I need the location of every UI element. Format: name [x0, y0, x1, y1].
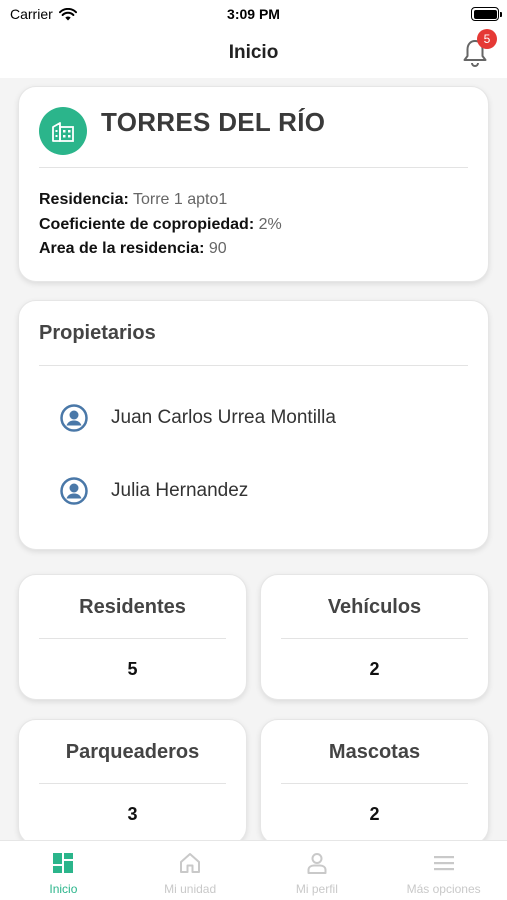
divider	[39, 783, 226, 784]
stat-card-parqueaderos[interactable]: Parqueaderos 3	[18, 719, 247, 840]
area-label: Area de la residencia:	[39, 240, 205, 257]
menu-icon	[433, 856, 454, 871]
user-circle-icon	[60, 404, 88, 432]
nav-bar: Inicio 5	[0, 28, 507, 78]
stat-label: Parqueaderos	[65, 741, 200, 763]
divider	[39, 638, 226, 639]
owner-item[interactable]: Julia Hernandez	[59, 476, 248, 506]
stat-value: 2	[369, 804, 380, 824]
person-icon	[307, 853, 327, 874]
divider	[281, 783, 468, 784]
notification-badge: 5	[477, 29, 497, 49]
divider	[39, 365, 468, 366]
wifi-icon	[58, 7, 77, 20]
owners-card: Propietarios Juan Carlos Urrea Montilla …	[18, 300, 489, 550]
residencia-label: Residencia:	[39, 191, 129, 208]
stat-card-vehiculos[interactable]: Vehículos 2	[260, 574, 489, 700]
home-icon	[180, 853, 201, 873]
stat-label: Residentes	[79, 596, 186, 618]
tab-bar: Inicio Mi unidad Mi perfil Más opciones	[0, 840, 507, 900]
owner-name: Juan Carlos Urrea Montilla	[111, 407, 336, 428]
stat-value: 2	[369, 659, 380, 679]
user-circle-icon	[60, 477, 88, 505]
stat-value: 5	[127, 659, 138, 679]
notifications-button[interactable]: 5	[461, 29, 497, 68]
content-scroll[interactable]: TORRES DEL RÍO Residencia: Torre 1 apto1…	[0, 78, 507, 840]
carrier-label: Carrier	[10, 6, 53, 22]
coeficiente-label: Coeficiente de copropiedad:	[39, 216, 255, 233]
dashboard-icon	[53, 853, 74, 873]
divider	[39, 167, 468, 168]
tab-inicio[interactable]: Inicio	[0, 841, 127, 900]
tab-label: Inicio	[49, 882, 78, 896]
stat-card-residentes[interactable]: Residentes 5	[18, 574, 247, 700]
residencia-line: Residencia: Torre 1 apto1	[39, 191, 227, 209]
battery-icon	[471, 7, 502, 21]
status-bar: Carrier 3:09 PM	[0, 0, 507, 28]
building-icon	[39, 107, 87, 155]
stat-label: Vehículos	[327, 596, 422, 618]
owner-item[interactable]: Juan Carlos Urrea Montilla	[59, 403, 336, 433]
tab-mi-unidad[interactable]: Mi unidad	[127, 841, 254, 900]
stat-label: Mascotas	[328, 741, 421, 763]
owner-name: Julia Hernandez	[111, 480, 249, 501]
area-line: Area de la residencia: 90	[39, 240, 227, 258]
owners-title: Propietarios	[39, 322, 156, 344]
divider	[281, 638, 468, 639]
page-title: Inicio	[228, 42, 279, 63]
tab-mas-opciones[interactable]: Más opciones	[380, 841, 507, 900]
stat-value: 3	[127, 804, 138, 824]
residence-card: TORRES DEL RÍO Residencia: Torre 1 apto1…	[18, 86, 489, 282]
tab-label: Mi perfil	[295, 882, 338, 896]
residence-title: TORRES DEL RÍO	[101, 107, 326, 137]
tab-label: Mi unidad	[164, 882, 217, 896]
tab-mi-perfil[interactable]: Mi perfil	[254, 841, 381, 900]
coeficiente-value: 2%	[258, 216, 282, 233]
coeficiente-line: Coeficiente de copropiedad: 2%	[39, 216, 282, 234]
stat-card-mascotas[interactable]: Mascotas 2	[260, 719, 489, 840]
status-left: Carrier	[10, 6, 77, 22]
residencia-value: Torre 1 apto1	[132, 191, 228, 208]
area-value: 90	[208, 240, 227, 257]
tab-label: Más opciones	[406, 882, 481, 896]
